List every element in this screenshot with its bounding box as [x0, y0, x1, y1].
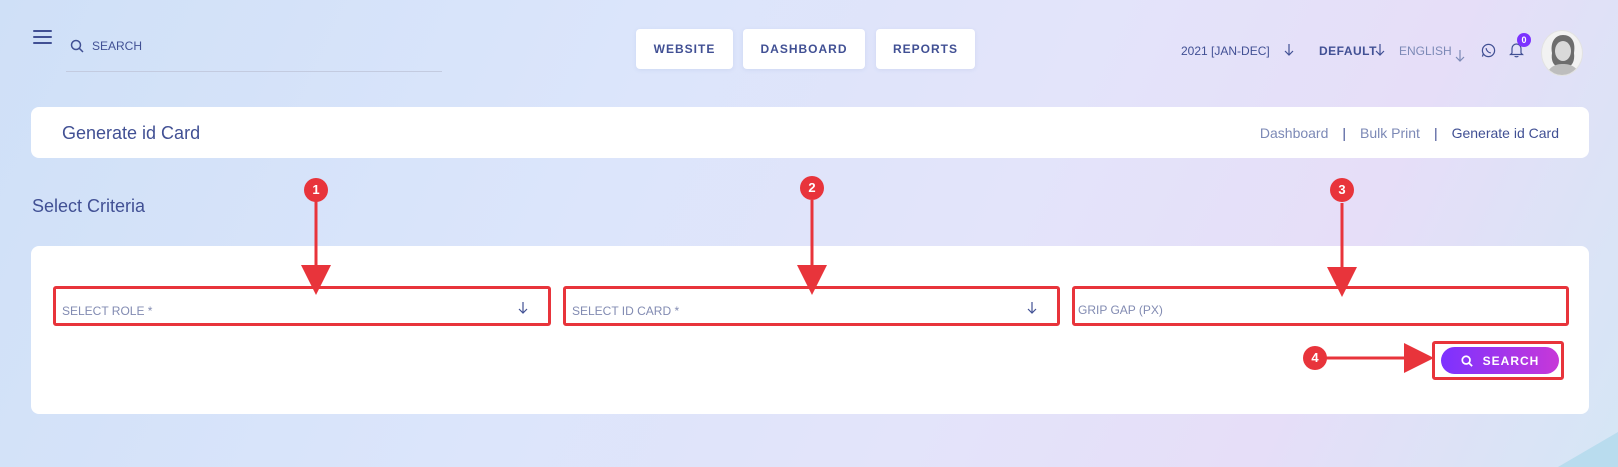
- hamburger-menu-icon[interactable]: [33, 30, 52, 46]
- annotation-marker-1: 1: [304, 178, 328, 202]
- search-bar: [66, 32, 442, 72]
- website-button[interactable]: WEBSITE: [636, 29, 733, 69]
- search-icon: [70, 39, 84, 53]
- breadcrumb: Dashboard | Bulk Print | Generate id Car…: [1260, 125, 1559, 141]
- decorative-corner: [1558, 432, 1618, 467]
- annotation-marker-2: 2: [800, 176, 824, 200]
- search-button-highlight: SEARCH: [1432, 341, 1564, 380]
- language-arrow-down-icon: [1455, 50, 1465, 62]
- breadcrumb-separator: |: [1342, 125, 1347, 141]
- section-title: Select Criteria: [32, 196, 146, 216]
- role-arrow-down-icon: [518, 302, 528, 314]
- user-avatar[interactable]: [1541, 30, 1583, 76]
- annotation-marker-4: 4: [1303, 346, 1327, 370]
- grip-gap-field[interactable]: [1072, 286, 1569, 326]
- academic-year-select[interactable]: 2021 [JAN-DEC]: [1181, 44, 1270, 58]
- page-header-card: Generate id Card Dashboard | Bulk Print …: [31, 107, 1589, 158]
- search-button-label: SEARCH: [1482, 353, 1540, 368]
- breadcrumb-bulk-print[interactable]: Bulk Print: [1360, 125, 1420, 141]
- search-icon: [1461, 354, 1473, 367]
- breadcrumb-dashboard[interactable]: Dashboard: [1260, 125, 1329, 141]
- breadcrumb-generate-id-card: Generate id Card: [1451, 125, 1559, 141]
- theme-arrow-down-icon: [1375, 44, 1385, 56]
- criteria-card: SELECT ROLE * SELECT ID CARD * SEARCH: [31, 246, 1589, 414]
- select-role-placeholder: SELECT ROLE *: [62, 304, 153, 318]
- search-button[interactable]: SEARCH: [1441, 347, 1559, 374]
- id-card-arrow-down-icon: [1027, 302, 1037, 314]
- whatsapp-icon[interactable]: [1481, 43, 1496, 58]
- notification-badge: 0: [1517, 33, 1531, 47]
- user-silhouette-icon: [1546, 35, 1580, 75]
- reports-button[interactable]: REPORTS: [876, 29, 975, 69]
- select-role-dropdown[interactable]: SELECT ROLE *: [53, 286, 551, 326]
- breadcrumb-separator: |: [1433, 125, 1438, 141]
- annotation-marker-3: 3: [1330, 178, 1354, 202]
- select-id-card-placeholder: SELECT ID CARD *: [572, 304, 680, 318]
- select-id-card-dropdown[interactable]: SELECT ID CARD *: [563, 286, 1060, 326]
- theme-select[interactable]: DEFAULT: [1319, 44, 1377, 58]
- year-arrow-down-icon: [1284, 44, 1294, 56]
- grip-gap-input[interactable]: [1078, 300, 1545, 320]
- top-bar: WEBSITE DASHBOARD REPORTS 2021 [JAN-DEC]…: [0, 0, 1618, 95]
- search-input[interactable]: [92, 35, 432, 57]
- dashboard-button[interactable]: DASHBOARD: [743, 29, 865, 69]
- language-select[interactable]: ENGLISH: [1399, 44, 1452, 58]
- page-title: Generate id Card: [62, 123, 201, 143]
